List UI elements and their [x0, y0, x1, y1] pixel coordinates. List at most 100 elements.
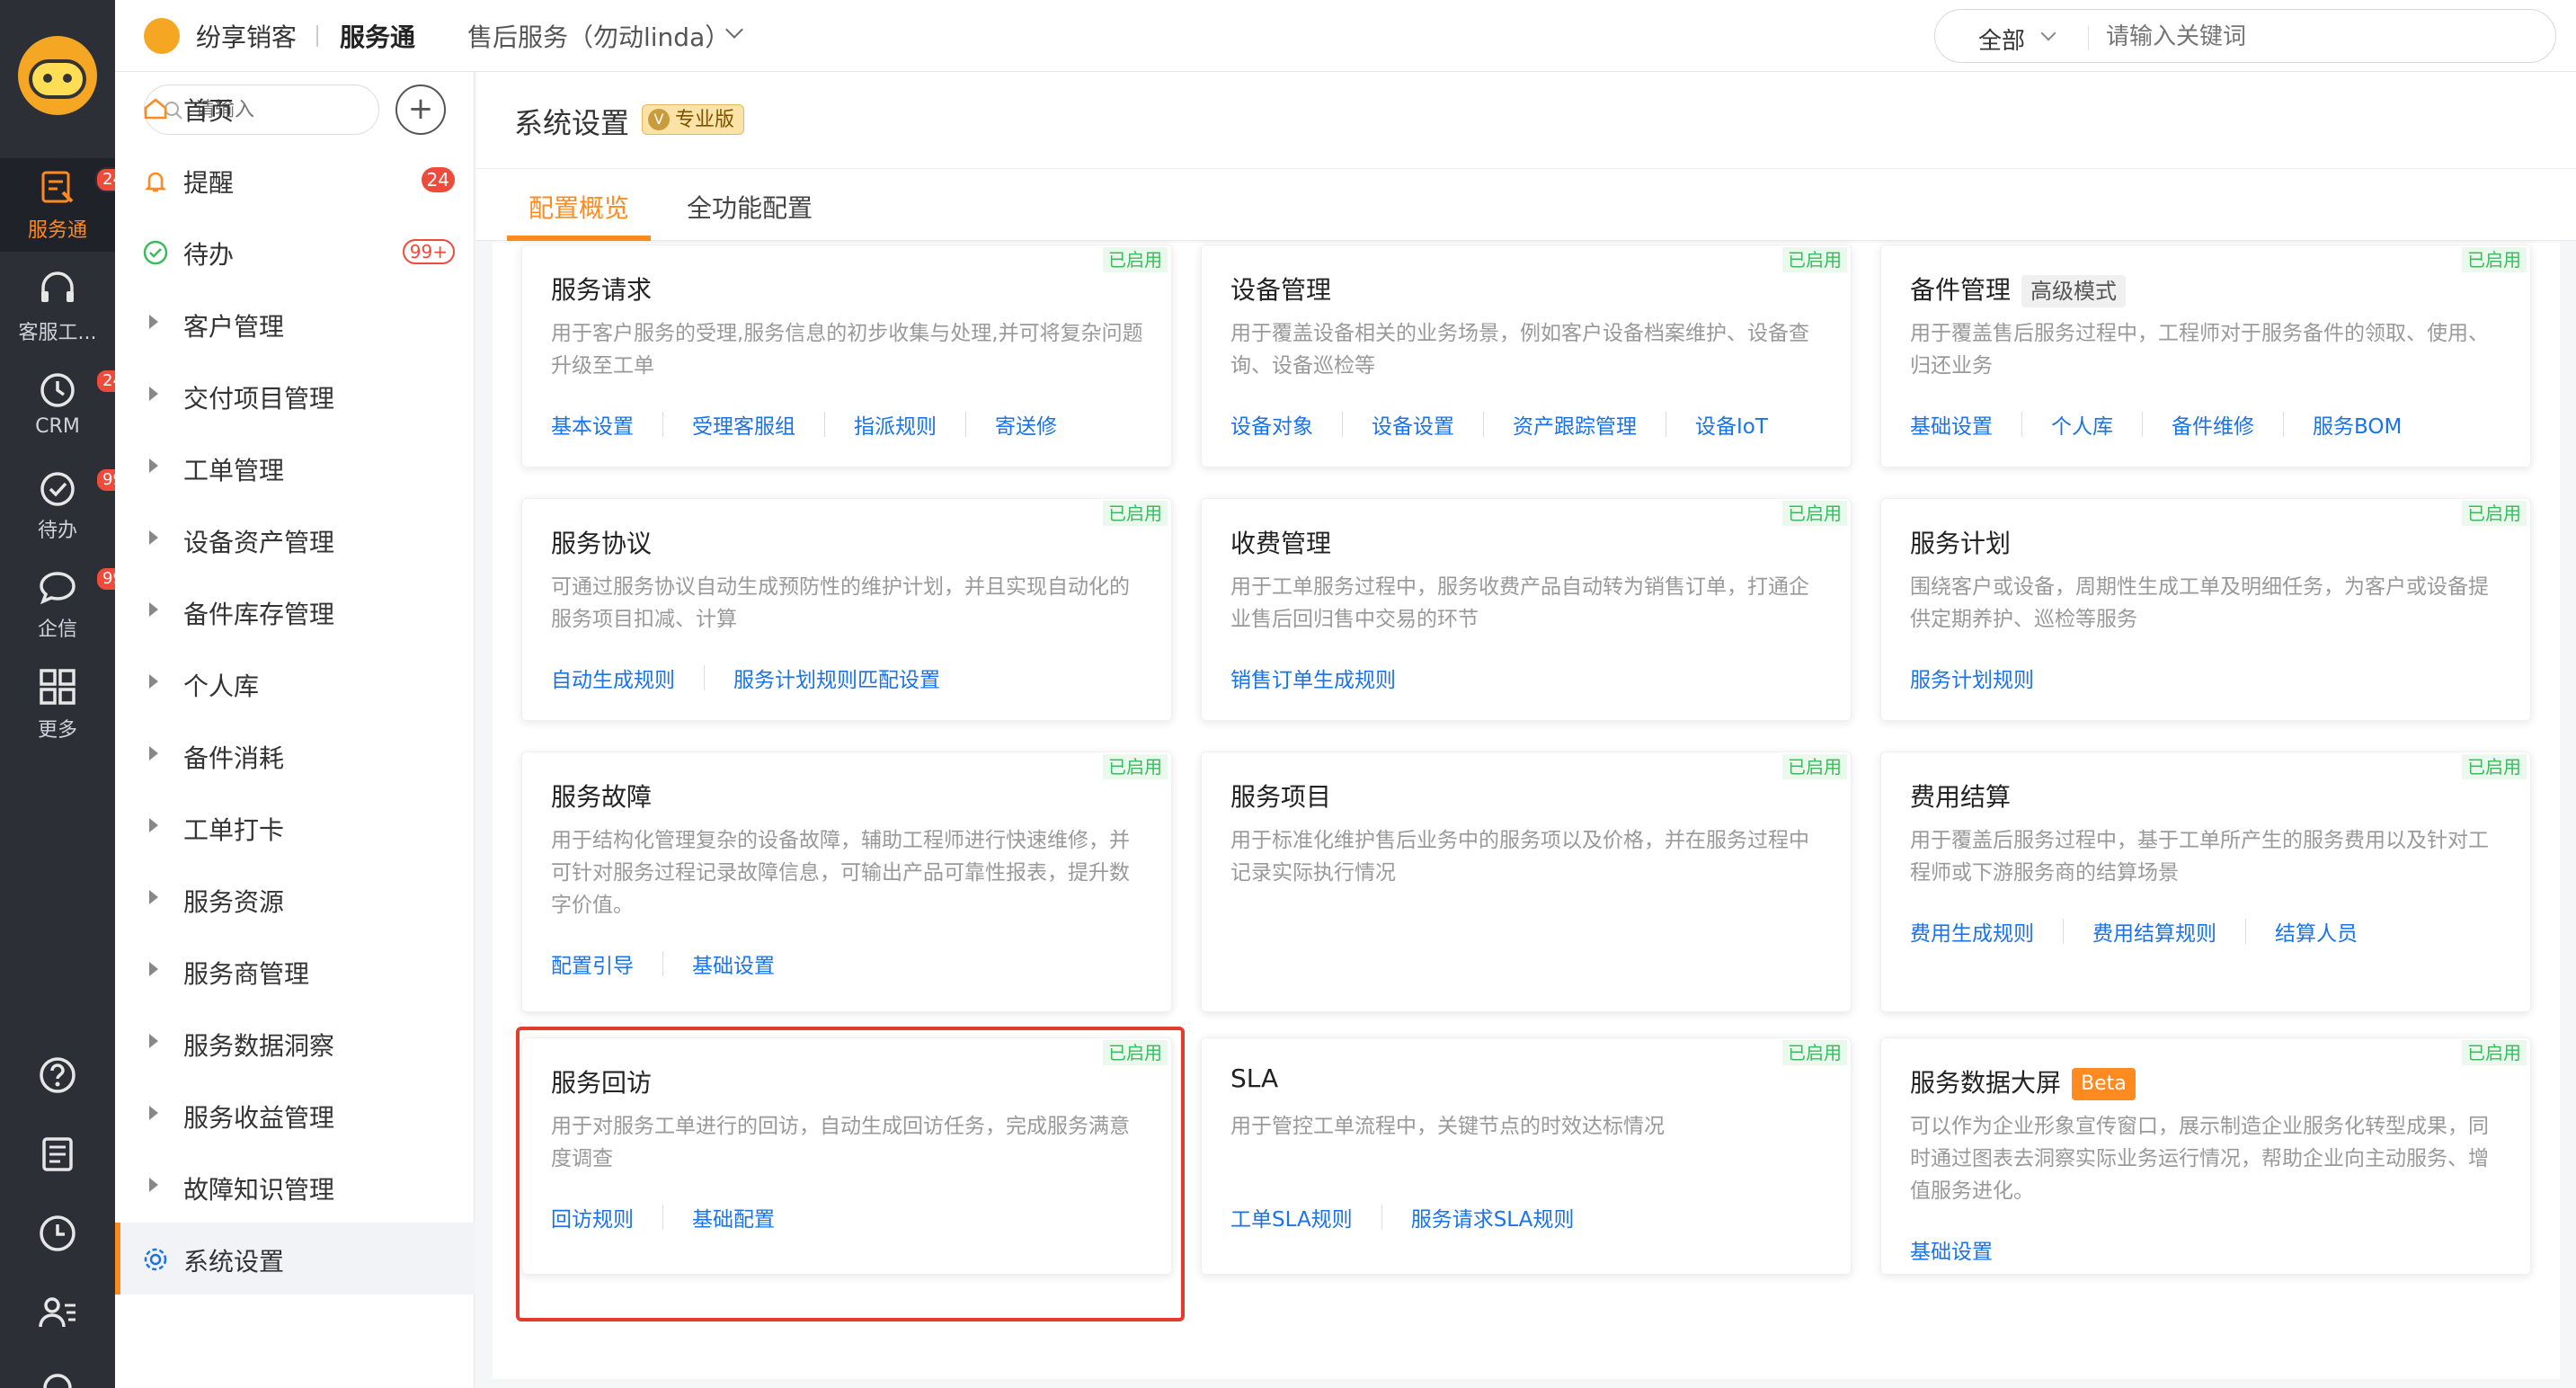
sidebar-item[interactable]: 工单打卡: [115, 791, 475, 863]
rail-item-label: 待办: [37, 520, 77, 542]
sidebar-item[interactable]: 个人库: [115, 647, 475, 719]
clock-icon[interactable]: [36, 1212, 79, 1255]
contacts-icon[interactable]: [36, 1291, 79, 1334]
config-card[interactable]: 已启用 服务请求 用于客户服务的受理,服务信息的初步收集与处理,并可将复杂问题升级至…: [521, 245, 1172, 467]
chevron-down-icon[interactable]: [2040, 25, 2056, 41]
status-badge: 已启用: [1103, 501, 1168, 526]
search-scope-select[interactable]: 全部: [1978, 22, 2025, 56]
sidebar-item[interactable]: 故障知识管理: [115, 1151, 475, 1223]
card-link[interactable]: 基础设置: [1910, 1234, 1993, 1265]
card-link[interactable]: 资产跟踪管理: [1513, 409, 1637, 440]
rail-item-more[interactable]: 更多: [0, 658, 115, 752]
sidebar-item[interactable]: 系统设置: [115, 1223, 475, 1295]
global-search[interactable]: 全部: [1934, 9, 2556, 63]
count-badge: 24: [421, 167, 455, 192]
card-link[interactable]: 设备对象: [1230, 409, 1313, 440]
status-badge: 已启用: [1782, 754, 1847, 779]
card-description: 围绕客户或设备，周期性生成工单及明细任务，为客户或设备提供定期养护、巡检等服务: [1910, 575, 2489, 631]
card-link[interactable]: 自动生成规则: [551, 663, 675, 693]
card-link[interactable]: 基础设置: [692, 948, 775, 979]
tab-overview[interactable]: 配置概览: [529, 189, 629, 225]
brand-divider: [316, 25, 318, 47]
card-link[interactable]: 受理客服组: [692, 409, 795, 440]
card-link[interactable]: 寄送修: [995, 409, 1057, 440]
settings-icon[interactable]: [36, 1366, 79, 1388]
card-title-text: 服务数据大屏: [1910, 1068, 2062, 1098]
card-link[interactable]: 回访规则: [551, 1202, 634, 1232]
status-badge: 已启用: [2462, 1040, 2527, 1065]
sidebar-item[interactable]: 提醒 24: [115, 144, 475, 216]
sidebar-item[interactable]: 待办 99+: [115, 216, 475, 288]
app-logo[interactable]: [18, 36, 97, 115]
config-card[interactable]: 已启用 费用结算 用于覆盖后服务过程中，基于工单所产生的服务费用以及针对工程师或下游…: [1880, 752, 2531, 1012]
card-link[interactable]: 销售订单生成规则: [1230, 663, 1396, 693]
card-title: 服务数据大屏 Beta: [1910, 1063, 2136, 1100]
rail-item-label: 企信: [37, 618, 77, 641]
config-card[interactable]: 已启用 收费管理 用于工单服务过程中，服务收费产品自动转为销售订单，打通企业售后回归…: [1201, 498, 1852, 721]
card-title-text: SLA: [1230, 1063, 1279, 1093]
link-divider: [2063, 919, 2064, 944]
card-link[interactable]: 设备IoT: [1695, 409, 1768, 440]
help-icon[interactable]: [36, 1054, 79, 1097]
brand-logo-icon: [144, 18, 180, 54]
config-card[interactable]: 已启用 服务数据大屏 Beta 可以作为企业形象宣传窗口，展示制造企业服务化转型成果，…: [1880, 1037, 2531, 1275]
card-link[interactable]: 设备设置: [1372, 409, 1454, 440]
card-link[interactable]: 服务计划规则: [1910, 663, 2034, 693]
config-card[interactable]: 已启用 备件管理 高级模式 用于覆盖售后服务过程中，工程师对于服务备件的领取、使用、归…: [1880, 245, 2531, 467]
rail-item-crm[interactable]: 24 CRM: [0, 360, 130, 453]
rail-item-todo[interactable]: 99+ 待办: [0, 458, 144, 552]
config-card[interactable]: 已启用 服务计划 围绕客户或设备，周期性生成工单及明细任务，为客户或设备提供定期养护…: [1880, 498, 2531, 721]
card-description: 用于对服务工单进行的回访，自动生成回访任务，完成服务满意度调查: [551, 1115, 1130, 1170]
card-link[interactable]: 基本设置: [551, 409, 634, 440]
card-link[interactable]: 基础配置: [692, 1202, 775, 1232]
sidebar-item-label: 待办: [183, 240, 235, 270]
config-card[interactable]: 已启用 SLA 用于管控工单流程中，关键节点的时效达标情况 工单SLA规则 服务请求SL…: [1201, 1037, 1852, 1275]
card-link[interactable]: 结算人员: [2275, 916, 2358, 947]
rail-item-messages[interactable]: 99+ 企信: [0, 557, 144, 651]
sidebar-item[interactable]: 首页: [115, 72, 475, 144]
sidebar-item-label: 提醒: [183, 168, 235, 198]
card-link[interactable]: 费用生成规则: [1910, 916, 2034, 947]
card-links: 基本设置 受理客服组 指派规则 寄送修: [551, 409, 1057, 440]
sidebar-item[interactable]: 服务商管理: [115, 935, 475, 1007]
notes-icon[interactable]: [36, 1133, 79, 1176]
sidebar-item[interactable]: 交付项目管理: [115, 360, 475, 432]
sidebar-item[interactable]: 备件库存管理: [115, 575, 475, 647]
rail-item-customer-service[interactable]: 客服工...: [0, 261, 115, 354]
card-link[interactable]: 基础设置: [1910, 409, 1993, 440]
config-card[interactable]: 已启用 设备管理 用于覆盖设备相关的业务场景，例如客户设备档案维护、设备查询、设备巡…: [1201, 245, 1852, 467]
config-card[interactable]: 已启用 服务项目 用于标准化维护售后业务中的服务项以及价格，并在服务过程中记录实际执…: [1201, 752, 1852, 1012]
edition-badge: V 专业版: [642, 104, 745, 135]
logo-eye: [43, 74, 52, 83]
card-link[interactable]: 服务BOM: [2313, 409, 2402, 440]
tab-full-config[interactable]: 全功能配置: [687, 189, 813, 225]
config-card[interactable]: 已启用 服务故障 用于结构化管理复杂的设备故障，辅助工程师进行快速维修，并可针对服务…: [521, 752, 1172, 1012]
link-divider: [965, 412, 966, 437]
card-link[interactable]: 配置引导: [551, 948, 634, 979]
status-badge: 已启用: [1103, 754, 1168, 779]
sidebar-item[interactable]: 服务收益管理: [115, 1079, 475, 1151]
sidebar-item[interactable]: 服务资源: [115, 863, 475, 935]
sidebar-item[interactable]: 工单管理: [115, 432, 475, 503]
config-card[interactable]: 已启用 服务协议 可通过服务协议自动生成预防性的维护计划，并且实现自动化的服务项目扣…: [521, 498, 1172, 721]
card-link[interactable]: 个人库: [2051, 409, 2113, 440]
card-title-text: 备件管理: [1910, 275, 2012, 305]
card-link[interactable]: 服务计划规则匹配设置: [733, 663, 940, 693]
brand-product[interactable]: 服务通: [340, 18, 415, 54]
sidebar-item[interactable]: 备件消耗: [115, 719, 475, 791]
config-card[interactable]: 已启用 服务回访 用于对服务工单进行的回访，自动生成回访任务，完成服务满意度调查 回访…: [521, 1037, 1172, 1275]
card-link[interactable]: 工单SLA规则: [1230, 1202, 1353, 1232]
sidebar-item-label: 服务商管理: [183, 959, 310, 989]
sidebar-item[interactable]: 客户管理: [115, 288, 475, 360]
sidebar-item[interactable]: 设备资产管理: [115, 503, 475, 575]
sidebar-item[interactable]: 服务数据洞察: [115, 1007, 475, 1079]
tenant-selector[interactable]: 售后服务（勿动linda）: [467, 18, 730, 54]
sidebar-item-label: 客户管理: [183, 312, 285, 342]
card-link[interactable]: 服务请求SLA规则: [1411, 1202, 1575, 1232]
global-search-input[interactable]: [2106, 22, 2519, 51]
card-links: 销售订单生成规则: [1230, 663, 1396, 693]
card-link[interactable]: 指派规则: [854, 409, 937, 440]
card-link[interactable]: 备件维修: [2172, 409, 2254, 440]
rail-item-service[interactable]: 24 服务通: [0, 158, 130, 252]
card-link[interactable]: 费用结算规则: [2092, 916, 2216, 947]
